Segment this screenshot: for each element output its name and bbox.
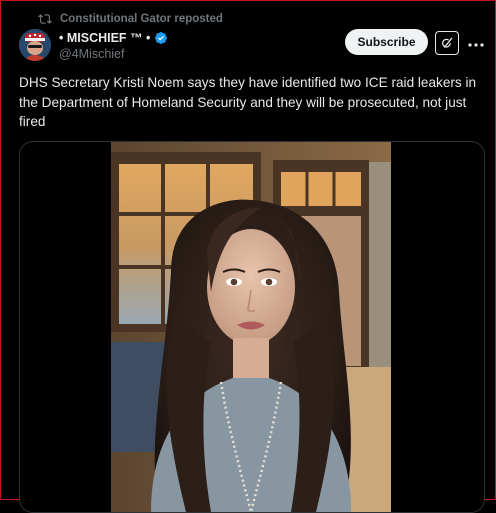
more-icon	[468, 34, 484, 51]
grok-button[interactable]	[435, 31, 459, 55]
author-name-row[interactable]: • MISCHIEF ™ •	[59, 30, 168, 46]
video-player[interactable]	[19, 141, 485, 513]
author-display-name[interactable]: • MISCHIEF ™ •	[59, 31, 150, 45]
repost-label: Constitutional Gator reposted	[60, 13, 223, 25]
grok-icon	[440, 36, 454, 50]
more-options-button[interactable]	[466, 33, 486, 51]
author-handle[interactable]: @4Mischief	[59, 47, 125, 61]
tweet-text: DHS Secretary Kristi Noem says they have…	[19, 75, 477, 129]
repost-icon	[38, 12, 52, 26]
subscribe-button[interactable]: Subscribe	[345, 29, 428, 55]
repost-indicator[interactable]: Constitutional Gator reposted	[38, 10, 223, 28]
video-thumbnail[interactable]	[111, 142, 391, 512]
verified-badge-icon	[154, 31, 168, 45]
avatar[interactable]	[19, 29, 51, 61]
